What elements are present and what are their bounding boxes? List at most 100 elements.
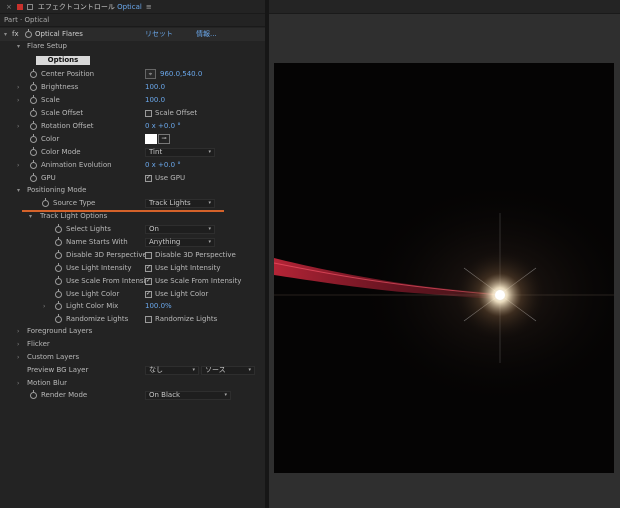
rotation-offset-value[interactable]: 0 x +0.0 ° bbox=[145, 122, 181, 130]
composition-canvas[interactable] bbox=[274, 63, 614, 473]
randomize-lights-checkbox[interactable] bbox=[145, 316, 152, 323]
stopwatch-icon[interactable] bbox=[30, 82, 37, 91]
name-starts-with-dropdown[interactable]: Anything ▾ bbox=[145, 238, 215, 247]
stopwatch-icon[interactable] bbox=[30, 121, 37, 130]
group-track-light-options[interactable]: ▾ Track Light Options bbox=[0, 210, 265, 223]
param-label: Color Mode bbox=[41, 148, 81, 157]
param-name-starts-with: Name Starts With Anything ▾ bbox=[0, 236, 265, 249]
group-label: Custom Layers bbox=[27, 353, 80, 362]
source-type-dropdown[interactable]: Track Lights ▾ bbox=[145, 199, 215, 208]
group-flicker[interactable]: › Flicker bbox=[0, 338, 265, 351]
reset-link[interactable]: リセット bbox=[145, 29, 173, 39]
chevron-down-icon: ▾ bbox=[208, 226, 211, 232]
chevron-right-icon[interactable]: › bbox=[17, 380, 19, 387]
group-positioning-mode[interactable]: ▾ Positioning Mode bbox=[0, 184, 265, 197]
stopwatch-icon[interactable] bbox=[55, 301, 62, 310]
stopwatch-icon[interactable] bbox=[30, 95, 37, 104]
use-gpu-checkbox[interactable] bbox=[145, 174, 152, 182]
checkbox-label: Use Scale From Intensity bbox=[155, 277, 242, 286]
disable-3d-checkbox[interactable] bbox=[145, 252, 152, 259]
group-motion-blur[interactable]: › Motion Blur bbox=[0, 377, 265, 390]
stopwatch-icon[interactable] bbox=[55, 224, 62, 233]
use-light-intensity-checkbox[interactable] bbox=[145, 264, 152, 272]
chevron-down-icon[interactable]: ▾ bbox=[17, 187, 20, 194]
select-lights-dropdown[interactable]: On ▾ bbox=[145, 225, 215, 234]
chevron-right-icon[interactable]: › bbox=[43, 303, 45, 310]
chevron-right-icon[interactable]: › bbox=[17, 162, 19, 169]
param-select-lights: Select Lights On ▾ bbox=[0, 223, 265, 236]
color-swatch[interactable] bbox=[145, 134, 157, 144]
chevron-down-icon[interactable]: ▾ bbox=[17, 43, 20, 50]
render-mode-dropdown[interactable]: On Black ▾ bbox=[145, 391, 231, 400]
param-color: Color ⊸ bbox=[0, 133, 265, 146]
stopwatch-icon[interactable] bbox=[30, 108, 37, 117]
chevron-down-icon[interactable]: ▾ bbox=[4, 31, 7, 38]
effect-header[interactable]: ▾ fx Optical Flares リセット 情報... bbox=[0, 28, 265, 41]
chevron-down-icon[interactable]: ▾ bbox=[29, 213, 32, 220]
stopwatch-icon[interactable] bbox=[30, 134, 37, 143]
options-button[interactable]: Options bbox=[36, 55, 90, 65]
flare-render bbox=[274, 173, 614, 413]
fx-icon[interactable]: fx bbox=[12, 30, 19, 38]
checkbox-label: Scale Offset bbox=[155, 109, 198, 118]
group-label: Foreground Layers bbox=[27, 327, 93, 336]
param-label: Name Starts With bbox=[66, 238, 128, 247]
close-icon[interactable]: × bbox=[6, 3, 12, 11]
about-link[interactable]: 情報... bbox=[196, 29, 217, 39]
lock-icon[interactable] bbox=[16, 3, 23, 10]
eyedropper-icon[interactable]: ⊸ bbox=[158, 134, 170, 144]
chevron-right-icon[interactable]: › bbox=[17, 354, 19, 361]
menu-icon[interactable]: ≡ bbox=[146, 3, 152, 11]
use-light-color-checkbox[interactable] bbox=[145, 290, 152, 298]
crosshair-icon[interactable]: ⌖ bbox=[145, 69, 156, 79]
chevron-right-icon[interactable]: › bbox=[17, 84, 19, 91]
param-label: Render Mode bbox=[41, 391, 88, 400]
param-use-light-intensity: Use Light Intensity Use Light Intensity bbox=[0, 262, 265, 275]
use-scale-from-intensity-checkbox[interactable] bbox=[145, 277, 152, 285]
chevron-right-icon[interactable]: › bbox=[17, 341, 19, 348]
stopwatch-icon[interactable] bbox=[55, 250, 62, 259]
stopwatch-icon[interactable] bbox=[30, 147, 37, 156]
param-rotation-offset: › Rotation Offset 0 x +0.0 ° bbox=[0, 120, 265, 133]
param-label: Light Color Mix bbox=[66, 302, 119, 311]
group-foreground-layers[interactable]: › Foreground Layers bbox=[0, 325, 265, 338]
stopwatch-icon[interactable] bbox=[25, 29, 32, 38]
stopwatch-icon[interactable] bbox=[30, 390, 37, 399]
checkbox-label: Randomize Lights bbox=[155, 315, 218, 324]
param-center-position: Center Position ⌖ 960.0,540.0 bbox=[0, 68, 265, 81]
group-flare-setup[interactable]: ▾ Flare Setup bbox=[0, 40, 265, 53]
stopwatch-icon[interactable] bbox=[30, 160, 37, 169]
chevron-right-icon[interactable]: › bbox=[17, 123, 19, 130]
stopwatch-icon[interactable] bbox=[55, 263, 62, 272]
param-scale-offset: Scale Offset Scale Offset bbox=[0, 107, 265, 120]
param-label: Animation Evolution bbox=[41, 161, 112, 170]
param-label: Randomize Lights bbox=[66, 315, 129, 324]
group-custom-layers[interactable]: › Custom Layers bbox=[0, 351, 265, 364]
light-color-mix-value[interactable]: 100.0% bbox=[145, 302, 172, 310]
chevron-right-icon[interactable]: › bbox=[17, 328, 19, 335]
chevron-down-icon: ▾ bbox=[208, 149, 211, 155]
preview-bg-source-dropdown[interactable]: ソース ▾ bbox=[201, 366, 255, 375]
panel-title[interactable]: エフェクトコントロール Optical bbox=[38, 2, 142, 12]
param-preview-bg-layer: Preview BG Layer なし ▾ ソース ▾ bbox=[0, 364, 265, 377]
group-label: Track Light Options bbox=[40, 212, 108, 221]
scale-value[interactable]: 100.0 bbox=[145, 96, 165, 104]
stopwatch-icon[interactable] bbox=[55, 289, 62, 298]
stopwatch-icon[interactable] bbox=[55, 314, 62, 323]
stopwatch-icon[interactable] bbox=[55, 276, 62, 285]
stopwatch-icon[interactable] bbox=[55, 237, 62, 246]
stopwatch-icon[interactable] bbox=[42, 198, 49, 207]
brightness-value[interactable]: 100.0 bbox=[145, 83, 165, 91]
checkbox-label: Use Light Intensity bbox=[155, 264, 221, 273]
param-disable-3d: Disable 3D Perspective Disable 3D Perspe… bbox=[0, 249, 265, 262]
preview-bg-layer-dropdown[interactable]: なし ▾ bbox=[145, 366, 199, 375]
param-color-mode: Color Mode Tint ▾ bbox=[0, 146, 265, 159]
stopwatch-icon[interactable] bbox=[30, 173, 37, 182]
color-mode-dropdown[interactable]: Tint ▾ bbox=[145, 148, 215, 157]
panel-layer-name: Optical bbox=[117, 2, 142, 11]
chevron-right-icon[interactable]: › bbox=[17, 97, 19, 104]
animation-evolution-value[interactable]: 0 x +0.0 ° bbox=[145, 161, 181, 169]
scale-offset-checkbox[interactable] bbox=[145, 110, 152, 117]
center-position-value[interactable]: 960.0,540.0 bbox=[160, 70, 202, 78]
stopwatch-icon[interactable] bbox=[30, 69, 37, 78]
